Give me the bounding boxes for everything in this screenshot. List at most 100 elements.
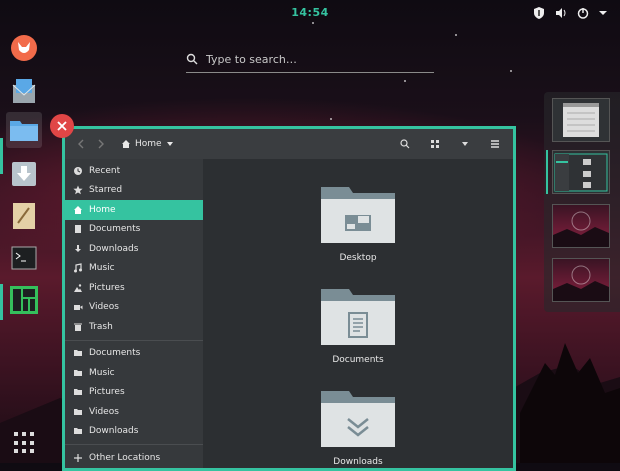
sidebar-item-label: Pictures — [89, 387, 125, 398]
workspace-thumbnail-1[interactable] — [552, 98, 610, 142]
workspace-thumbnail-2[interactable] — [552, 150, 610, 194]
star — [330, 118, 332, 120]
picture-icon — [73, 283, 83, 293]
sidebar-item-pictures[interactable]: Pictures — [65, 278, 203, 298]
folder-label: Downloads — [333, 457, 383, 467]
file-view[interactable]: Desktop Documents Downloads — [203, 159, 513, 468]
download-icon — [73, 244, 83, 254]
sidebar-bookmark-pictures[interactable]: Pictures — [65, 383, 203, 403]
sidebar-item-label: Home — [89, 204, 116, 215]
firefox-icon — [11, 35, 37, 61]
download-icon — [12, 162, 36, 186]
workspace-thumbnail-4[interactable] — [552, 258, 610, 302]
sidebar-bookmark-downloads[interactable]: Downloads — [65, 422, 203, 442]
sidebar-separator — [65, 339, 203, 341]
folder-icon — [73, 368, 83, 378]
folder-icon — [73, 348, 83, 358]
folder-documents[interactable]: Documents — [321, 287, 395, 365]
sidebar-item-label: Documents — [89, 348, 141, 359]
documents-folder-icon — [321, 289, 395, 345]
sidebar-item-label: Pictures — [89, 282, 125, 293]
path-home[interactable]: Home — [135, 139, 162, 149]
volume-icon[interactable] — [554, 5, 568, 19]
text-editor-icon — [13, 203, 35, 229]
sidebar-item-videos[interactable]: Videos — [65, 298, 203, 318]
sidebar-item-recent[interactable]: Recent — [65, 161, 203, 181]
folder-icon — [10, 121, 38, 141]
sidebar-item-trash[interactable]: Trash — [65, 317, 203, 337]
sidebar-item-label: Videos — [89, 406, 119, 417]
workspace-switcher — [544, 92, 620, 312]
dock-editor[interactable] — [6, 198, 42, 234]
sidebar-item-starred[interactable]: Starred — [65, 181, 203, 201]
view-toggle-button[interactable] — [425, 134, 445, 154]
chevron-down-icon — [166, 142, 173, 146]
dock-mail[interactable] — [6, 72, 42, 108]
chevron-down-icon[interactable] — [598, 5, 612, 19]
sidebar-item-documents[interactable]: Documents — [65, 220, 203, 240]
folder-icon — [73, 407, 83, 417]
sidebar-item-other-locations[interactable]: Other Locations — [65, 448, 203, 468]
sidebar-item-label: Downloads — [89, 426, 139, 437]
shield-icon[interactable] — [532, 5, 546, 19]
search-bar[interactable] — [186, 46, 434, 73]
sidebar-item-label: Music — [89, 367, 115, 378]
dock-manjaro[interactable] — [6, 282, 42, 318]
close-window-button[interactable] — [50, 114, 74, 138]
workspace-active-indicator — [546, 150, 548, 194]
sidebar-bookmark-documents[interactable]: Documents — [65, 344, 203, 364]
sidebar-item-label: Other Locations — [89, 452, 161, 463]
document-icon — [73, 224, 83, 234]
sidebar-item-label: Trash — [89, 321, 113, 332]
sidebar: Recent Starred Home Documents Downloads … — [65, 159, 203, 468]
forward-button[interactable] — [91, 134, 111, 154]
dock-terminal[interactable] — [6, 240, 42, 276]
sidebar-item-label: Music — [89, 263, 115, 274]
chevron-down-icon — [462, 142, 468, 146]
workspace-thumbnail-3[interactable] — [552, 204, 610, 248]
sidebar-item-label: Recent — [89, 165, 121, 176]
top-bar: 14:54 — [0, 0, 620, 26]
show-apps-button[interactable] — [14, 432, 36, 454]
path-bar[interactable]: Home — [121, 139, 174, 149]
dock-firefox[interactable] — [6, 30, 42, 66]
folder-desktop[interactable]: Desktop — [321, 185, 395, 263]
folder-downloads[interactable]: Downloads — [321, 389, 395, 467]
view-options-button[interactable] — [455, 134, 475, 154]
home-icon — [122, 140, 130, 148]
folder-label: Documents — [332, 355, 384, 365]
plus-icon — [73, 453, 83, 463]
file-manager-window[interactable]: Home Recent Starred Home Documents Downl… — [62, 126, 516, 471]
system-tray[interactable] — [532, 5, 612, 19]
folder-icon — [73, 426, 83, 436]
sidebar-bookmark-music[interactable]: Music — [65, 363, 203, 383]
hamburger-icon — [491, 140, 499, 148]
menu-button[interactable] — [485, 134, 505, 154]
close-icon — [57, 121, 67, 131]
sidebar-item-label: Downloads — [89, 243, 139, 254]
dock-software[interactable] — [6, 156, 42, 192]
search-button[interactable] — [395, 134, 415, 154]
star-icon — [73, 185, 83, 195]
power-icon[interactable] — [576, 5, 590, 19]
folder-icon — [73, 387, 83, 397]
manjaro-icon — [10, 286, 38, 314]
sidebar-item-music[interactable]: Music — [65, 259, 203, 279]
grid-view-icon — [431, 140, 439, 148]
trash-icon — [73, 322, 83, 332]
sidebar-item-home[interactable]: Home — [65, 200, 203, 220]
video-icon — [73, 302, 83, 312]
music-icon — [73, 263, 83, 273]
sidebar-item-downloads[interactable]: Downloads — [65, 239, 203, 259]
dock-files[interactable] — [6, 112, 42, 148]
sidebar-separator — [65, 444, 203, 445]
sidebar-item-label: Documents — [89, 224, 141, 235]
sidebar-bookmark-videos[interactable]: Videos — [65, 402, 203, 422]
star — [455, 34, 457, 36]
back-button[interactable] — [71, 134, 91, 154]
search-input[interactable] — [204, 51, 428, 67]
dock-active-indicator — [0, 138, 3, 174]
dock-active-indicator — [0, 284, 3, 320]
chevron-right-icon — [98, 139, 104, 149]
clock[interactable]: 14:54 — [0, 6, 620, 19]
